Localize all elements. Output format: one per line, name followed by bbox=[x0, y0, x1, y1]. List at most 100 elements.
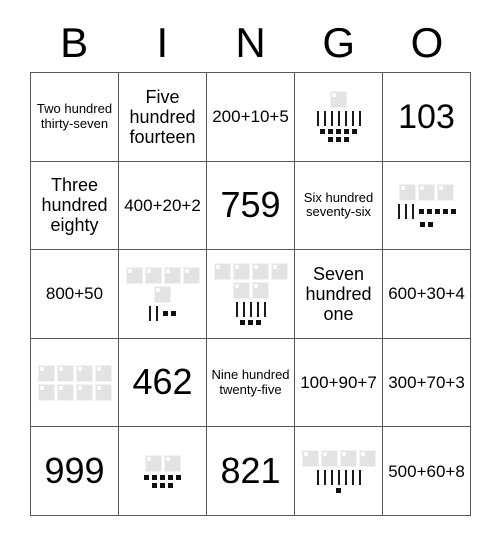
ones-overflow-line bbox=[328, 137, 349, 143]
bingo-cell-n5[interactable]: 821 bbox=[207, 427, 295, 516]
ten-rod-icon bbox=[351, 111, 354, 127]
ten-rod-icon bbox=[156, 305, 158, 321]
bingo-cell-i2[interactable]: 400+20+2 bbox=[119, 161, 207, 251]
ones-line bbox=[240, 319, 261, 325]
ten-rod-icon bbox=[316, 469, 319, 485]
hundred-flat-icon bbox=[37, 383, 55, 401]
hundred-flat-icon bbox=[94, 364, 112, 382]
bingo-cell-b3[interactable]: 800+50 bbox=[31, 250, 119, 339]
ones-units-group bbox=[240, 319, 261, 325]
bingo-header-row: B I N G O bbox=[30, 14, 471, 72]
ten-rod-icon bbox=[330, 111, 333, 127]
one-unit-icon bbox=[256, 319, 261, 325]
one-unit-icon bbox=[320, 129, 325, 135]
one-unit-icon bbox=[336, 129, 341, 135]
bingo-cell-b2[interactable]: Three hundred eighty bbox=[31, 161, 119, 251]
hundreds-flats-group bbox=[301, 449, 376, 467]
bingo-cell-g3[interactable]: Seven hundred one bbox=[295, 250, 383, 339]
ones-units-group bbox=[328, 137, 349, 143]
tens-rods-group bbox=[397, 203, 414, 219]
bingo-cell-g1[interactable] bbox=[295, 73, 383, 162]
one-unit-icon bbox=[344, 129, 349, 135]
bingo-cell-o3[interactable]: 600+30+4 bbox=[383, 250, 471, 339]
hundred-flat-icon bbox=[339, 449, 357, 467]
hundreds-flats-group bbox=[210, 262, 292, 299]
bingo-header-letter-o: O bbox=[410, 19, 444, 66]
bingo-cell-o4[interactable]: 300+70+3 bbox=[383, 338, 471, 428]
base-ten-blocks bbox=[33, 364, 116, 401]
ten-rod-icon bbox=[411, 203, 414, 219]
one-unit-icon bbox=[434, 208, 440, 214]
ten-rod-icon bbox=[330, 469, 333, 485]
ten-rod-icon bbox=[235, 301, 238, 317]
ten-rod-icon bbox=[337, 469, 340, 485]
one-unit-icon bbox=[344, 137, 349, 143]
bingo-cell-o5[interactable]: 500+60+8 bbox=[383, 427, 471, 516]
cell-number-word: Nine hundred twenty-five bbox=[211, 367, 290, 397]
cell-number-word: Five hundred fourteen bbox=[129, 86, 196, 147]
hundred-flat-icon bbox=[154, 285, 171, 303]
hundred-flat-icon bbox=[56, 383, 74, 401]
one-unit-icon bbox=[248, 319, 253, 325]
bingo-cell-g4[interactable]: 100+90+7 bbox=[295, 338, 383, 428]
one-unit-icon bbox=[328, 129, 333, 135]
bingo-cell-g5[interactable] bbox=[295, 427, 383, 516]
bingo-cell-b1[interactable]: Two hundred thirty-seven bbox=[31, 73, 119, 162]
one-unit-icon bbox=[426, 208, 432, 214]
ten-rod-icon bbox=[316, 111, 319, 127]
one-unit-icon bbox=[171, 310, 176, 316]
bingo-header-letter-n: N bbox=[235, 19, 266, 66]
hundred-flat-icon bbox=[418, 183, 435, 201]
tens-and-ones-line bbox=[149, 305, 176, 321]
hundred-flat-icon bbox=[399, 183, 416, 201]
bingo-cell-o1[interactable]: 103 bbox=[383, 73, 471, 162]
one-unit-icon bbox=[152, 482, 157, 488]
ones-overflow-line bbox=[420, 221, 433, 227]
bingo-cell-n2[interactable]: 759 bbox=[207, 161, 295, 251]
bingo-cell-b5[interactable]: 999 bbox=[31, 427, 119, 516]
hundred-flat-icon bbox=[301, 449, 319, 467]
hundreds-flats-group bbox=[144, 454, 181, 472]
bingo-cell-g2[interactable]: Six hundred seventy-six bbox=[295, 161, 383, 251]
bingo-cell-n4[interactable]: Nine hundred twenty-five bbox=[207, 338, 295, 428]
bingo-cell-i1[interactable]: Five hundred fourteen bbox=[119, 73, 207, 162]
bingo-cell-n3[interactable] bbox=[207, 250, 295, 339]
bingo-cell-i5[interactable] bbox=[119, 427, 207, 516]
hundred-flat-icon bbox=[232, 262, 250, 280]
one-unit-icon bbox=[163, 310, 168, 316]
one-unit-icon bbox=[144, 474, 149, 480]
hundred-flat-icon bbox=[125, 266, 143, 284]
ten-rod-icon bbox=[149, 305, 151, 321]
tens-rods-group bbox=[316, 469, 361, 485]
tens-rods-group bbox=[235, 301, 266, 317]
hundreds-flats-group bbox=[34, 364, 116, 401]
ones-line bbox=[336, 487, 341, 493]
one-unit-icon bbox=[240, 319, 245, 325]
bingo-cell-n1[interactable]: 200+10+5 bbox=[207, 73, 295, 162]
one-unit-icon bbox=[152, 474, 157, 480]
ten-rod-icon bbox=[358, 469, 361, 485]
hundred-flat-icon bbox=[144, 454, 162, 472]
bingo-cell-b4[interactable] bbox=[31, 338, 119, 428]
cell-numeral: 821 bbox=[220, 450, 281, 492]
one-unit-icon bbox=[168, 474, 173, 480]
hundred-flat-icon bbox=[251, 262, 269, 280]
cell-number-word: Three hundred eighty bbox=[41, 175, 108, 236]
one-unit-icon bbox=[336, 487, 341, 493]
one-unit-icon bbox=[420, 221, 425, 227]
base-ten-blocks bbox=[385, 183, 468, 227]
bingo-cell-o2[interactable] bbox=[383, 161, 471, 251]
cell-expanded-form: 300+70+3 bbox=[388, 373, 465, 393]
hundred-flat-icon bbox=[56, 364, 74, 382]
ten-rod-icon bbox=[358, 111, 361, 127]
bingo-cell-i4[interactable]: 462 bbox=[119, 338, 207, 428]
ten-rod-icon bbox=[397, 203, 400, 219]
ones-units-group bbox=[163, 310, 176, 316]
ten-rod-icon bbox=[323, 111, 326, 127]
one-unit-icon bbox=[176, 474, 181, 480]
hundreds-flats-group bbox=[399, 183, 454, 201]
one-unit-icon bbox=[442, 208, 448, 214]
bingo-cell-i3[interactable] bbox=[119, 250, 207, 339]
bingo-grid: Two hundred thirty-seven Five hundred fou… bbox=[30, 72, 471, 516]
cell-number-word: Six hundred seventy-six bbox=[303, 189, 374, 220]
